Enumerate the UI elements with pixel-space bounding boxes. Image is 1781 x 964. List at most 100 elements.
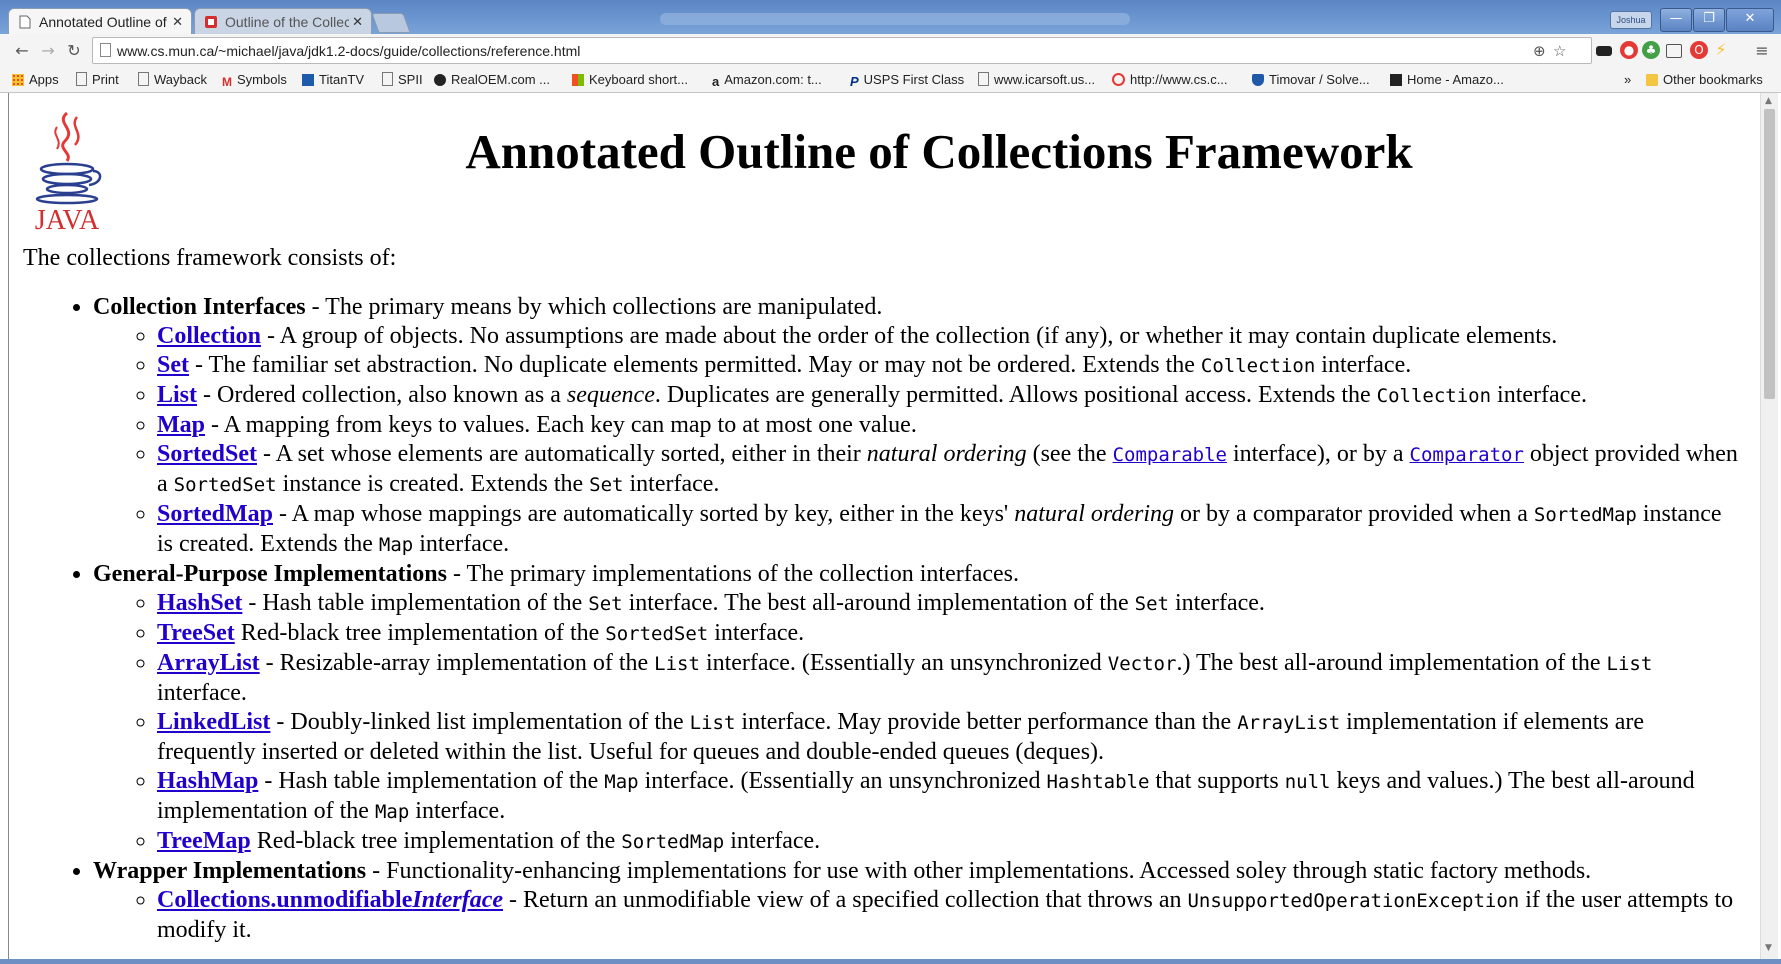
bookmarks-bar: Apps Print Wayback M Symbols TitanTV SPII… [0, 68, 1781, 93]
page-icon [19, 15, 31, 29]
cast-extension-icon[interactable] [1666, 44, 1682, 58]
collection-link[interactable]: Collection [157, 323, 261, 349]
shield-icon [1252, 74, 1264, 86]
sub-list: Collections.unmodifiableInterface - Retu… [93, 886, 1743, 945]
bookmarks-overflow-button[interactable]: » [1624, 72, 1631, 87]
collections-unmodifiable-link[interactable]: Collections.unmodifiableInterface [157, 887, 503, 913]
scroll-down-arrow-icon[interactable]: ▼ [1765, 943, 1772, 953]
menu-icon[interactable]: ≡ [1750, 39, 1774, 63]
list-item: ArrayList - Resizable-array implementati… [157, 649, 1743, 708]
bookmark-print[interactable]: Print [76, 72, 119, 87]
page-title: Annotated Outline of Collections Framewo… [465, 124, 1413, 179]
windows-icon [572, 74, 584, 86]
paypal-icon: P [850, 74, 859, 89]
page-viewport: JAVA Annotated Outline of Collections Fr… [8, 93, 1761, 959]
glasses-extension-icon[interactable] [1596, 46, 1612, 56]
bookmark-cs[interactable]: http://www.cs.c... [1112, 72, 1228, 87]
list-item: List - Ordered collection, also known as… [157, 381, 1743, 411]
treemap-link[interactable]: TreeMap [157, 828, 251, 854]
address-bar[interactable]: ⊕ ☆ [92, 37, 1592, 64]
list-item: HashSet - Hash table implementation of t… [157, 589, 1743, 619]
bookmark-apps[interactable]: Apps [12, 72, 59, 87]
comparator-link[interactable]: Comparator [1410, 444, 1524, 466]
section-general-purpose-implementations: General-Purpose Implementations - The pr… [93, 560, 1743, 857]
tab-outline-collections[interactable]: Outline of the Collect ✕ [194, 8, 372, 34]
url-input[interactable] [117, 40, 1507, 61]
list-item: HashMap - Hash table implementation of t… [157, 767, 1743, 827]
back-arrow-icon[interactable]: ← [10, 39, 34, 63]
scrollbar-thumb[interactable] [1764, 109, 1775, 399]
outline-content: Collection Interfaces - The primary mean… [23, 293, 1743, 945]
bookmark-amazon[interactable]: a Amazon.com: t... [712, 72, 822, 89]
list-item: Collection - A group of objects. No assu… [157, 322, 1743, 351]
forward-arrow-icon[interactable]: → [36, 39, 60, 63]
browser-toolbar: ← → ↻ ⊕ ☆ ● ♣ O ⚡ ≡ [0, 34, 1781, 68]
sub-list: HashSet - Hash table implementation of t… [93, 589, 1743, 857]
maximize-button[interactable]: ❐ [1693, 8, 1725, 32]
titantv-icon [302, 74, 314, 86]
amazon-icon: a [712, 74, 720, 89]
zoom-icon[interactable]: ⊕ [1533, 42, 1546, 60]
section-wrapper-implementations: Wrapper Implementations - Functionality-… [93, 857, 1743, 945]
list-item: LinkedList - Doubly-linked list implemen… [157, 708, 1743, 767]
powerpoint-icon [205, 16, 217, 28]
reload-icon[interactable]: ↻ [62, 39, 86, 63]
window-bottom-frame [0, 959, 1781, 964]
bookmark-symbols[interactable]: M Symbols [222, 72, 287, 89]
section-collection-interfaces: Collection Interfaces - The primary mean… [93, 293, 1743, 560]
window-title-blurred [660, 13, 1130, 25]
set-link[interactable]: Set [157, 352, 189, 378]
close-tab-icon[interactable]: ✕ [349, 9, 363, 34]
list-item: Collections.unmodifiableInterface - Retu… [157, 886, 1743, 945]
evernote-extension-icon[interactable]: ♣ [1642, 41, 1660, 59]
lightning-extension-icon[interactable]: ⚡ [1712, 41, 1730, 59]
map-link[interactable]: Map [157, 412, 205, 438]
adblock-extension-icon[interactable]: ● [1620, 41, 1638, 59]
bookmark-usps[interactable]: P USPS First Class [850, 72, 964, 89]
bookmark-star-icon[interactable]: ☆ [1553, 42, 1566, 60]
close-window-button[interactable]: ✕ [1726, 8, 1774, 32]
list-item: TreeMap Red-black tree implementation of… [157, 827, 1743, 857]
hashmap-link[interactable]: HashMap [157, 768, 258, 794]
bookmark-wayback[interactable]: Wayback [138, 72, 207, 87]
bookmark-titantv[interactable]: TitanTV [302, 72, 364, 87]
opera-extension-icon[interactable]: O [1690, 41, 1708, 59]
section-heading: Collection Interfaces [93, 294, 306, 320]
page-icon [978, 72, 989, 86]
section-heading: General-Purpose Implementations [93, 561, 447, 587]
list-item: Set - The familiar set abstraction. No d… [157, 351, 1743, 381]
close-tab-icon[interactable]: ✕ [169, 9, 183, 34]
tab-title: Annotated Outline of [39, 14, 167, 30]
new-tab-button[interactable] [371, 13, 411, 33]
hashset-link[interactable]: HashSet [157, 590, 242, 616]
bookmark-keyboard-shortcuts[interactable]: Keyboard short... [572, 72, 688, 87]
tab-annotated-outline[interactable]: Annotated Outline of ✕ [8, 8, 192, 34]
other-bookmarks-folder[interactable]: Other bookmarks [1646, 72, 1763, 87]
page-icon [138, 72, 149, 86]
folder-icon [1646, 74, 1658, 86]
amazon-dark-icon [1390, 74, 1402, 86]
list-item: SortedSet - A set whose elements are aut… [157, 440, 1743, 500]
treeset-link[interactable]: TreeSet [157, 620, 235, 646]
list-item: TreeSet Red-black tree implementation of… [157, 619, 1743, 649]
sortedmap-link[interactable]: SortedMap [157, 501, 273, 527]
bookmark-realoem[interactable]: RealOEM.com ... [434, 72, 550, 87]
tab-title: Outline of the Collect [225, 14, 355, 30]
arraylist-link[interactable]: ArrayList [157, 650, 260, 676]
page-icon [100, 43, 111, 57]
linkedlist-link[interactable]: LinkedList [157, 709, 270, 735]
comparable-link[interactable]: Comparable [1113, 444, 1227, 466]
profile-button[interactable]: Joshua [1610, 11, 1652, 29]
gmail-icon: M [222, 75, 232, 89]
bookmark-timovar[interactable]: Timovar / Solve... [1252, 72, 1370, 87]
list-link[interactable]: List [157, 382, 197, 408]
bookmark-home-amazon[interactable]: Home - Amazo... [1390, 72, 1504, 87]
scroll-up-arrow-icon[interactable]: ▲ [1765, 96, 1772, 106]
bookmark-spii[interactable]: SPII [382, 72, 423, 87]
java-logo-text: JAVA [35, 205, 100, 235]
minimize-button[interactable]: — [1660, 8, 1692, 32]
target-icon [1112, 73, 1125, 86]
vertical-scrollbar[interactable]: ▲ ▼ [1760, 93, 1778, 959]
sortedset-link[interactable]: SortedSet [157, 441, 257, 467]
bookmark-icarsoft[interactable]: www.icarsoft.us... [978, 72, 1095, 87]
